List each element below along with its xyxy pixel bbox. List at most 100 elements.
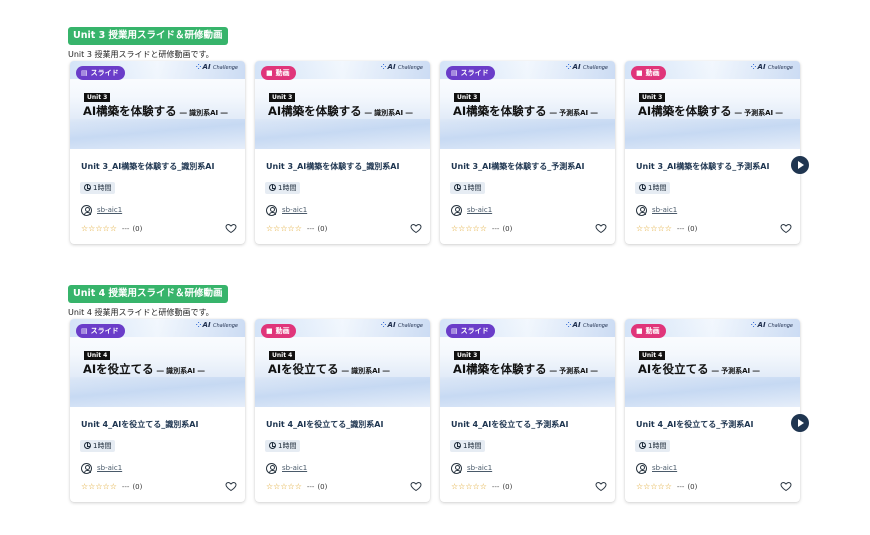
duration-badge: 1時間 xyxy=(635,182,671,194)
author: sb-aic1 xyxy=(266,462,307,474)
course-thumbnail[interactable]: ■ 動画 ⁘AI Challenge Unit 3 AI構築を体験する ― 識別系AI ― xyxy=(255,61,430,149)
heart-icon[interactable] xyxy=(780,222,792,234)
video-camera-icon: ■ xyxy=(266,327,273,335)
card-title[interactable]: Unit 3_AI構築を体験する_識別系AI xyxy=(266,161,399,172)
rating-count: (0) xyxy=(502,224,513,233)
logo-dots-icon: ⁘ xyxy=(565,321,572,329)
course-thumbnail[interactable]: ■ 動画 ⁘AI Challenge Unit 4 AIを役立てる ― 予測系AI ― xyxy=(625,319,800,407)
type-label: スライド xyxy=(460,327,489,335)
course-section: Unit 4 授業用スライド＆研修動画 Unit 4 授業用スライドと研修動画で… xyxy=(68,281,809,502)
card-title[interactable]: Unit 4_AIを役立てる_予測系AI xyxy=(636,419,753,430)
logo-dots-icon: ⁘ xyxy=(380,63,387,71)
thumbnail-title: AI構築を体験する ― 識別系AI ― xyxy=(268,104,413,118)
document-icon: ▤ xyxy=(451,69,458,77)
author: sb-aic1 xyxy=(451,204,492,216)
type-label: スライド xyxy=(90,327,119,335)
author-link[interactable]: sb-aic1 xyxy=(282,206,307,214)
type-badge: ▤ スライド xyxy=(76,324,125,338)
play-icon xyxy=(798,419,804,427)
card-row: ▤ スライド ⁘AI Challenge Unit 4 AIを役立てる ― 識別系AI ―… xyxy=(70,319,810,502)
type-label: 動画 xyxy=(645,327,660,335)
course-thumbnail[interactable]: ▤ スライド ⁘AI Challenge Unit 3 AI構築を体験する ― 予測系AI… xyxy=(440,61,615,149)
logo-dots-icon: ⁘ xyxy=(750,63,757,71)
unit-tag: Unit 4 xyxy=(84,351,111,360)
clock-icon xyxy=(639,184,646,191)
next-arrow-button[interactable] xyxy=(791,414,809,432)
author-link[interactable]: sb-aic1 xyxy=(652,464,677,472)
course-thumbnail[interactable]: ▤ スライド ⁘AI Challenge Unit 4 AIを役立てる ― 識別系AI ― xyxy=(70,319,245,407)
type-label: スライド xyxy=(90,69,119,77)
user-icon xyxy=(451,462,462,474)
author-link[interactable]: sb-aic1 xyxy=(467,206,492,214)
type-badge: ■ 動画 xyxy=(631,66,666,80)
user-icon xyxy=(266,204,277,216)
heart-icon[interactable] xyxy=(225,222,237,234)
star-rating-icon: ☆☆☆☆☆ xyxy=(266,224,302,233)
course-card[interactable]: ■ 動画 ⁘AI Challenge Unit 3 AI構築を体験する ― 識別系AI ―… xyxy=(255,61,430,244)
unit-tag: Unit 4 xyxy=(639,351,666,360)
course-thumbnail[interactable]: ▤ スライド ⁘AI Challenge Unit 3 AI構築を体験する ― 識別系AI… xyxy=(70,61,245,149)
course-card[interactable]: ■ 動画 ⁘AI Challenge Unit 3 AI構築を体験する ― 予測系AI ―… xyxy=(625,61,809,244)
card-title[interactable]: Unit 4_AIを役立てる_識別系AI xyxy=(266,419,383,430)
rating: ☆☆☆☆☆ --- (0) xyxy=(636,224,698,233)
duration-badge: 1時間 xyxy=(450,440,486,452)
course-card[interactable]: ▤ スライド ⁘AI Challenge Unit 3 AI構築を体験する ― 予測系AI… xyxy=(440,61,615,244)
brand-logo: ⁘AI Challenge xyxy=(565,321,608,329)
heart-icon[interactable] xyxy=(595,222,607,234)
type-badge: ▤ スライド xyxy=(76,66,125,80)
unit-tag: Unit 3 xyxy=(454,351,481,360)
type-badge: ▤ スライド xyxy=(446,324,495,338)
duration-badge: 1時間 xyxy=(80,182,116,194)
card-title[interactable]: Unit 4_AIを役立てる_予測系AI xyxy=(451,419,568,430)
card-title[interactable]: Unit 4_AIを役立てる_識別系AI xyxy=(81,419,198,430)
author-link[interactable]: sb-aic1 xyxy=(467,464,492,472)
star-rating-icon: ☆☆☆☆☆ xyxy=(81,224,117,233)
logo-dots-icon: ⁘ xyxy=(195,321,202,329)
logo-dots-icon: ⁘ xyxy=(195,63,202,71)
rating: ☆☆☆☆☆ --- (0) xyxy=(266,224,328,233)
next-arrow-button[interactable] xyxy=(791,156,809,174)
heart-icon[interactable] xyxy=(410,222,422,234)
user-icon xyxy=(636,462,647,474)
course-card[interactable]: ▤ スライド ⁘AI Challenge Unit 3 AI構築を体験する ― 予測系AI… xyxy=(440,319,615,502)
heart-icon[interactable] xyxy=(225,480,237,492)
user-icon xyxy=(266,462,277,474)
unit-tag: Unit 4 xyxy=(269,351,296,360)
author-link[interactable]: sb-aic1 xyxy=(282,464,307,472)
heart-icon[interactable] xyxy=(780,480,792,492)
heart-icon[interactable] xyxy=(410,480,422,492)
course-card[interactable]: ■ 動画 ⁘AI Challenge Unit 4 AIを役立てる ― 識別系AI ― Un… xyxy=(255,319,430,502)
course-thumbnail[interactable]: ■ 動画 ⁘AI Challenge Unit 3 AI構築を体験する ― 予測系AI ― xyxy=(625,61,800,149)
star-rating-icon: ☆☆☆☆☆ xyxy=(636,224,672,233)
rating-count: (0) xyxy=(132,224,143,233)
duration-badge: 1時間 xyxy=(80,440,116,452)
type-badge: ▤ スライド xyxy=(446,66,495,80)
clock-icon xyxy=(269,442,276,449)
rating: ☆☆☆☆☆ --- (0) xyxy=(636,482,698,491)
clock-icon xyxy=(454,442,461,449)
card-title[interactable]: Unit 3_AI構築を体験する_識別系AI xyxy=(81,161,214,172)
author-link[interactable]: sb-aic1 xyxy=(652,206,677,214)
rating: ☆☆☆☆☆ --- (0) xyxy=(81,482,143,491)
author-link[interactable]: sb-aic1 xyxy=(97,206,122,214)
section-badge: Unit 4 授業用スライド＆研修動画 xyxy=(68,285,228,303)
card-title[interactable]: Unit 3_AI構築を体験する_予測系AI xyxy=(451,161,584,172)
course-thumbnail[interactable]: ■ 動画 ⁘AI Challenge Unit 4 AIを役立てる ― 識別系AI ― xyxy=(255,319,430,407)
brand-logo: ⁘AI Challenge xyxy=(380,63,423,71)
thumbnail-title: AI構築を体験する ― 予測系AI ― xyxy=(453,362,598,376)
course-card[interactable]: ■ 動画 ⁘AI Challenge Unit 4 AIを役立てる ― 予測系AI ― Un… xyxy=(625,319,809,502)
logo-dots-icon: ⁘ xyxy=(565,63,572,71)
card-title[interactable]: Unit 3_AI構築を体験する_予測系AI xyxy=(636,161,769,172)
section-description: Unit 4 授業用スライドと研修動画です。 xyxy=(68,308,214,317)
rating: ☆☆☆☆☆ --- (0) xyxy=(81,224,143,233)
course-card[interactable]: ▤ スライド ⁘AI Challenge Unit 4 AIを役立てる ― 識別系AI ―… xyxy=(70,319,245,502)
user-icon xyxy=(81,462,92,474)
course-thumbnail[interactable]: ▤ スライド ⁘AI Challenge Unit 3 AI構築を体験する ― 予測系AI… xyxy=(440,319,615,407)
heart-icon[interactable] xyxy=(595,480,607,492)
rating-count: (0) xyxy=(132,482,143,491)
author-link[interactable]: sb-aic1 xyxy=(97,464,122,472)
thumbnail-title: AI構築を体験する ― 予測系AI ― xyxy=(638,104,783,118)
course-card[interactable]: ▤ スライド ⁘AI Challenge Unit 3 AI構築を体験する ― 識別系AI… xyxy=(70,61,245,244)
author: sb-aic1 xyxy=(636,462,677,474)
unit-tag: Unit 3 xyxy=(84,93,111,102)
